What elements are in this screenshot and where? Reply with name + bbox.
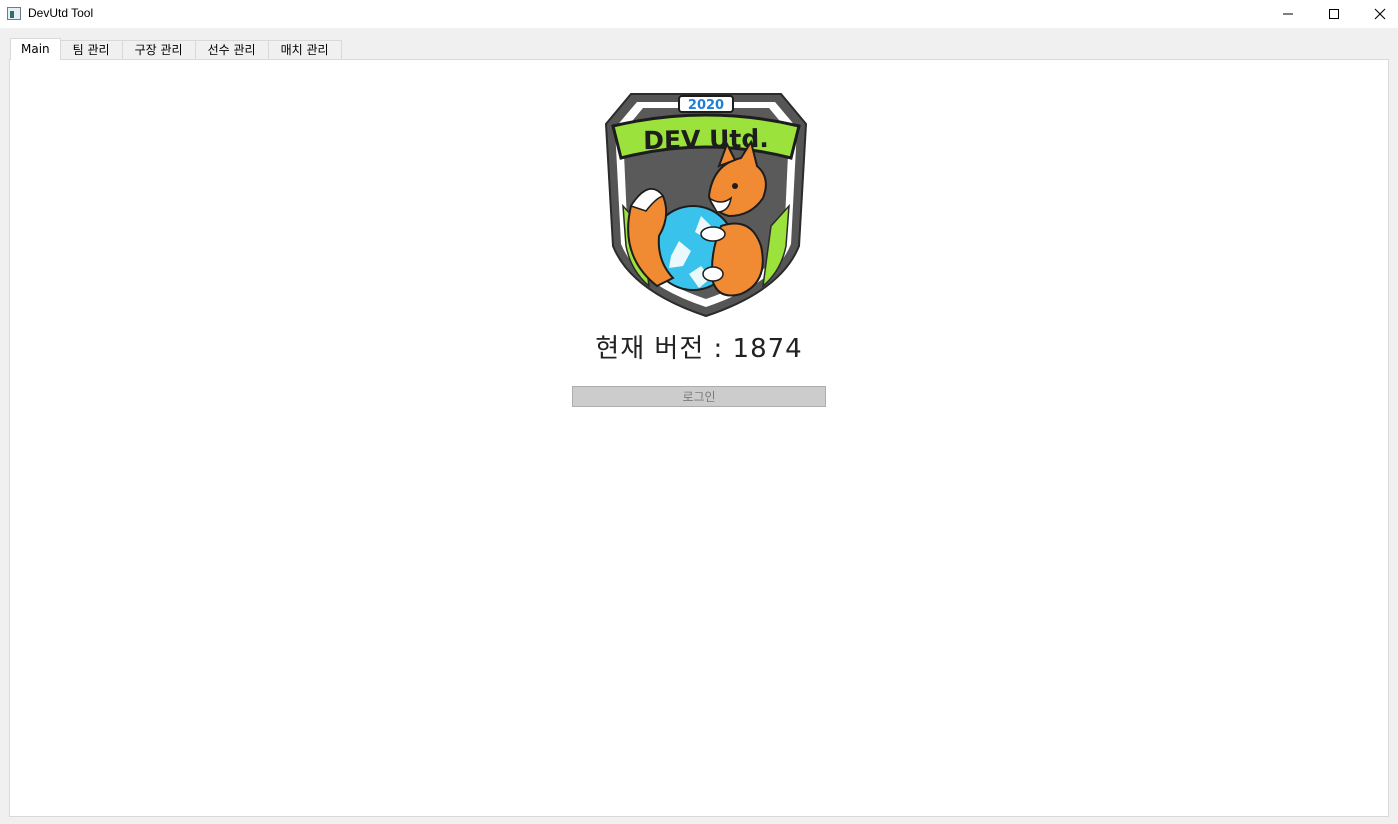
main-tab-panel: DEV Utd. 2020 현재 버전 : 1874 로그인 [9,59,1389,817]
tab-player-management[interactable]: 선수 관리 [194,40,269,60]
current-version-label: 현재 버전 : 1874 [595,334,803,364]
window-title: DevUtd Tool [28,6,94,20]
tab-team-management[interactable]: 팀 관리 [59,40,123,60]
tab-stadium-management[interactable]: 구장 관리 [121,40,196,60]
logo-year: 2020 [688,98,724,113]
title-bar[interactable]: DevUtd Tool [0,0,1398,28]
close-button[interactable] [1357,0,1398,28]
app-window-icon [7,7,21,20]
tab-main[interactable]: Main [10,38,61,60]
dev-utd-crest-logo: DEV Utd. 2020 [604,93,808,318]
login-button[interactable]: 로그인 [572,386,826,407]
app-window: DevUtd Tool Main 팀 관리 구장 관리 선수 관리 매치 관리 … [0,0,1398,824]
minimize-button[interactable] [1265,0,1311,28]
minimize-icon [1283,13,1293,15]
maximize-icon [1329,9,1339,19]
maximize-button[interactable] [1311,0,1357,28]
tab-bar: Main 팀 관리 구장 관리 선수 관리 매치 관리 [10,38,342,60]
tab-match-management[interactable]: 매치 관리 [267,40,342,60]
close-icon [1374,8,1386,20]
